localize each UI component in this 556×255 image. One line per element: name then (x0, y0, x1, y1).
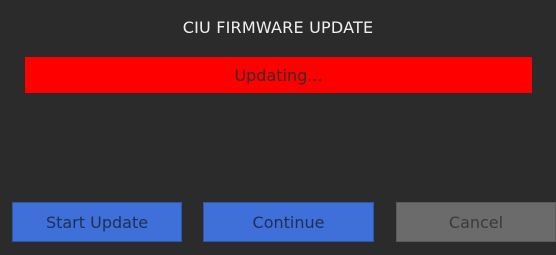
continue-button[interactable]: Continue (203, 202, 374, 242)
continue-button-label: Continue (252, 212, 325, 232)
start-update-button-label: Start Update (45, 212, 149, 232)
status-bar: Updating... (25, 57, 532, 93)
firmware-update-dialog: CIU FIRMWARE UPDATE Updating... Start Up… (0, 0, 556, 255)
dialog-title: CIU FIRMWARE UPDATE (182, 18, 374, 37)
status-text: Updating... (234, 65, 323, 85)
cancel-button[interactable]: Cancel (396, 202, 556, 242)
start-update-button[interactable]: Start Update (12, 202, 182, 242)
cancel-button-label: Cancel (448, 212, 504, 232)
